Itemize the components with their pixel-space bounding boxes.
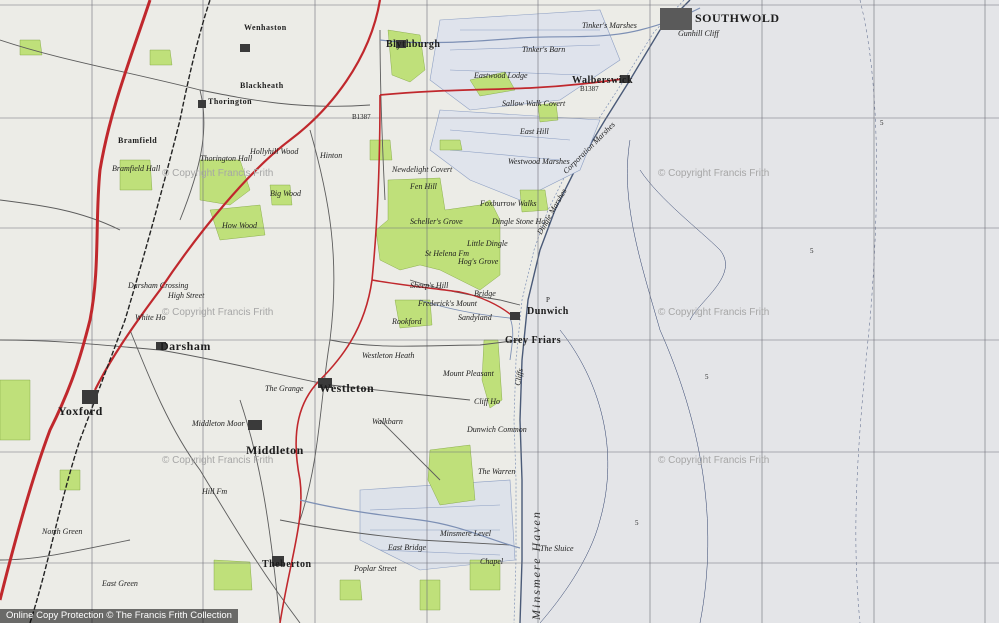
label-theberton: Theberton bbox=[262, 559, 312, 570]
label-sluice: The Sluice bbox=[540, 544, 574, 553]
label-middleton-moor: Middleton Moor bbox=[192, 419, 245, 428]
sea-depth-1: 5 bbox=[705, 373, 709, 381]
label-east-bridge: East Bridge bbox=[388, 543, 426, 552]
watermark-6: © Copyright Francis Frith bbox=[658, 455, 770, 466]
label-bramfield: Bramfield bbox=[118, 136, 158, 145]
label-fen-hill: Fen Hill bbox=[410, 182, 437, 191]
label-dunwich-p: P bbox=[546, 296, 550, 304]
label-bridge: Bridge bbox=[474, 289, 496, 298]
label-east-green: East Green bbox=[102, 579, 138, 588]
map-frame[interactable]: © Copyright Francis Frith © Copyright Fr… bbox=[0, 0, 999, 623]
label-north-green: North Green bbox=[42, 527, 83, 536]
label-mount-pleasant: Mount Pleasant bbox=[443, 369, 494, 378]
label-southwold: SOUTHWOLD bbox=[695, 11, 780, 25]
label-eastwood-lodge: Eastwood Lodge bbox=[474, 71, 528, 80]
label-wenhaston: Wenhaston bbox=[244, 23, 287, 32]
label-b1387: B1387 bbox=[580, 85, 599, 93]
label-westwood-marshes: Westwood Marshes bbox=[508, 157, 570, 166]
label-hill-fm: Hill Fm bbox=[202, 487, 228, 496]
watermark-2: © Copyright Francis Frith bbox=[658, 168, 770, 179]
label-blythburgh: Blythburgh bbox=[386, 39, 441, 50]
watermark-3: © Copyright Francis Frith bbox=[162, 307, 274, 318]
label-sandyland: Sandyland bbox=[458, 313, 492, 322]
label-grey-friars: Grey Friars bbox=[505, 335, 562, 346]
label-chapel: Chapel bbox=[480, 557, 504, 566]
label-fredericks-mount: Frederick's Mount bbox=[418, 299, 477, 308]
label-big-wood: Big Wood bbox=[270, 189, 302, 198]
label-dingle-stone-ho: Dingle Stone Ho bbox=[492, 217, 546, 226]
label-white-ho: White Ho bbox=[135, 313, 166, 322]
label-gunhill-cliff: Gunhill Cliff bbox=[678, 29, 719, 38]
label-dunwich: Dunwich bbox=[527, 306, 569, 317]
label-tinkers-marshes: Tinker's Marshes bbox=[582, 21, 637, 30]
label-darsham-crossing: Darsham Crossing bbox=[128, 281, 189, 290]
label-hogs-grove: Hog's Grove bbox=[458, 257, 499, 266]
copyright-footer: Online Copy Protection © The Francis Fri… bbox=[0, 609, 238, 623]
label-walkbarn: Walkbarn bbox=[372, 417, 403, 426]
label-cliff-ho: Cliff Ho bbox=[474, 397, 501, 406]
label-b1387-west: B1387 bbox=[352, 113, 371, 121]
label-tinkers-barn: Tinker's Barn bbox=[522, 45, 566, 54]
label-little-dingle: Little Dingle bbox=[467, 239, 508, 248]
map-canvas[interactable] bbox=[0, 0, 999, 623]
watermark-4: © Copyright Francis Frith bbox=[658, 307, 770, 318]
label-how-wood: How Wood bbox=[222, 221, 258, 230]
label-thorington: Thorington bbox=[208, 97, 253, 106]
label-middleton: Middleton bbox=[246, 443, 304, 457]
label-hinton: Hinton bbox=[320, 151, 343, 160]
label-darsham: Darsham bbox=[160, 339, 211, 353]
sea-depth-4: 5 bbox=[880, 119, 884, 127]
label-sallow-walk-covert: Sallow Walk Covert bbox=[502, 99, 566, 108]
label-hollyhill-wood: Hollyhill Wood bbox=[250, 147, 299, 156]
label-foxburrow-walks: Foxburrow Walks bbox=[480, 199, 537, 208]
road-a12 bbox=[0, 0, 152, 601]
label-poplar-street: Poplar Street bbox=[354, 564, 397, 573]
label-thorington-hall: Thorington Hall bbox=[200, 154, 253, 163]
label-east-hill: East Hill bbox=[520, 127, 549, 136]
label-blackheath: Blackheath bbox=[240, 81, 284, 90]
label-high-street: High Street bbox=[168, 291, 205, 300]
watermark-1: © Copyright Francis Frith bbox=[162, 168, 274, 179]
label-st-helena: St Helena Fm bbox=[425, 249, 469, 258]
label-westleton: Westleton bbox=[319, 381, 375, 395]
label-westleton-heath: Westleton Heath bbox=[362, 351, 415, 360]
label-sheeps-hill: Sheep's Hill bbox=[410, 281, 449, 290]
label-the-grange: The Grange bbox=[265, 384, 304, 393]
southwold-town bbox=[660, 8, 692, 30]
sea-depth-2: 5 bbox=[635, 519, 639, 527]
label-the-warren: The Warren bbox=[478, 467, 516, 476]
label-minsmere-haven: Minsmere Haven bbox=[529, 510, 543, 620]
label-yoxford: Yoxford bbox=[58, 404, 103, 418]
label-newdelight-covert: Newdelight Covert bbox=[392, 165, 453, 174]
sea-depth-3: 5 bbox=[810, 247, 814, 255]
label-minsmere-level: Minsmere Level bbox=[440, 529, 492, 538]
label-dunwich-common: Dunwich Common bbox=[467, 425, 527, 434]
label-schellers-grove: Scheller's Grove bbox=[410, 217, 463, 226]
label-bramfield-hall: Bramfield Hall bbox=[112, 164, 161, 173]
label-rookford: Rookford bbox=[392, 317, 422, 326]
